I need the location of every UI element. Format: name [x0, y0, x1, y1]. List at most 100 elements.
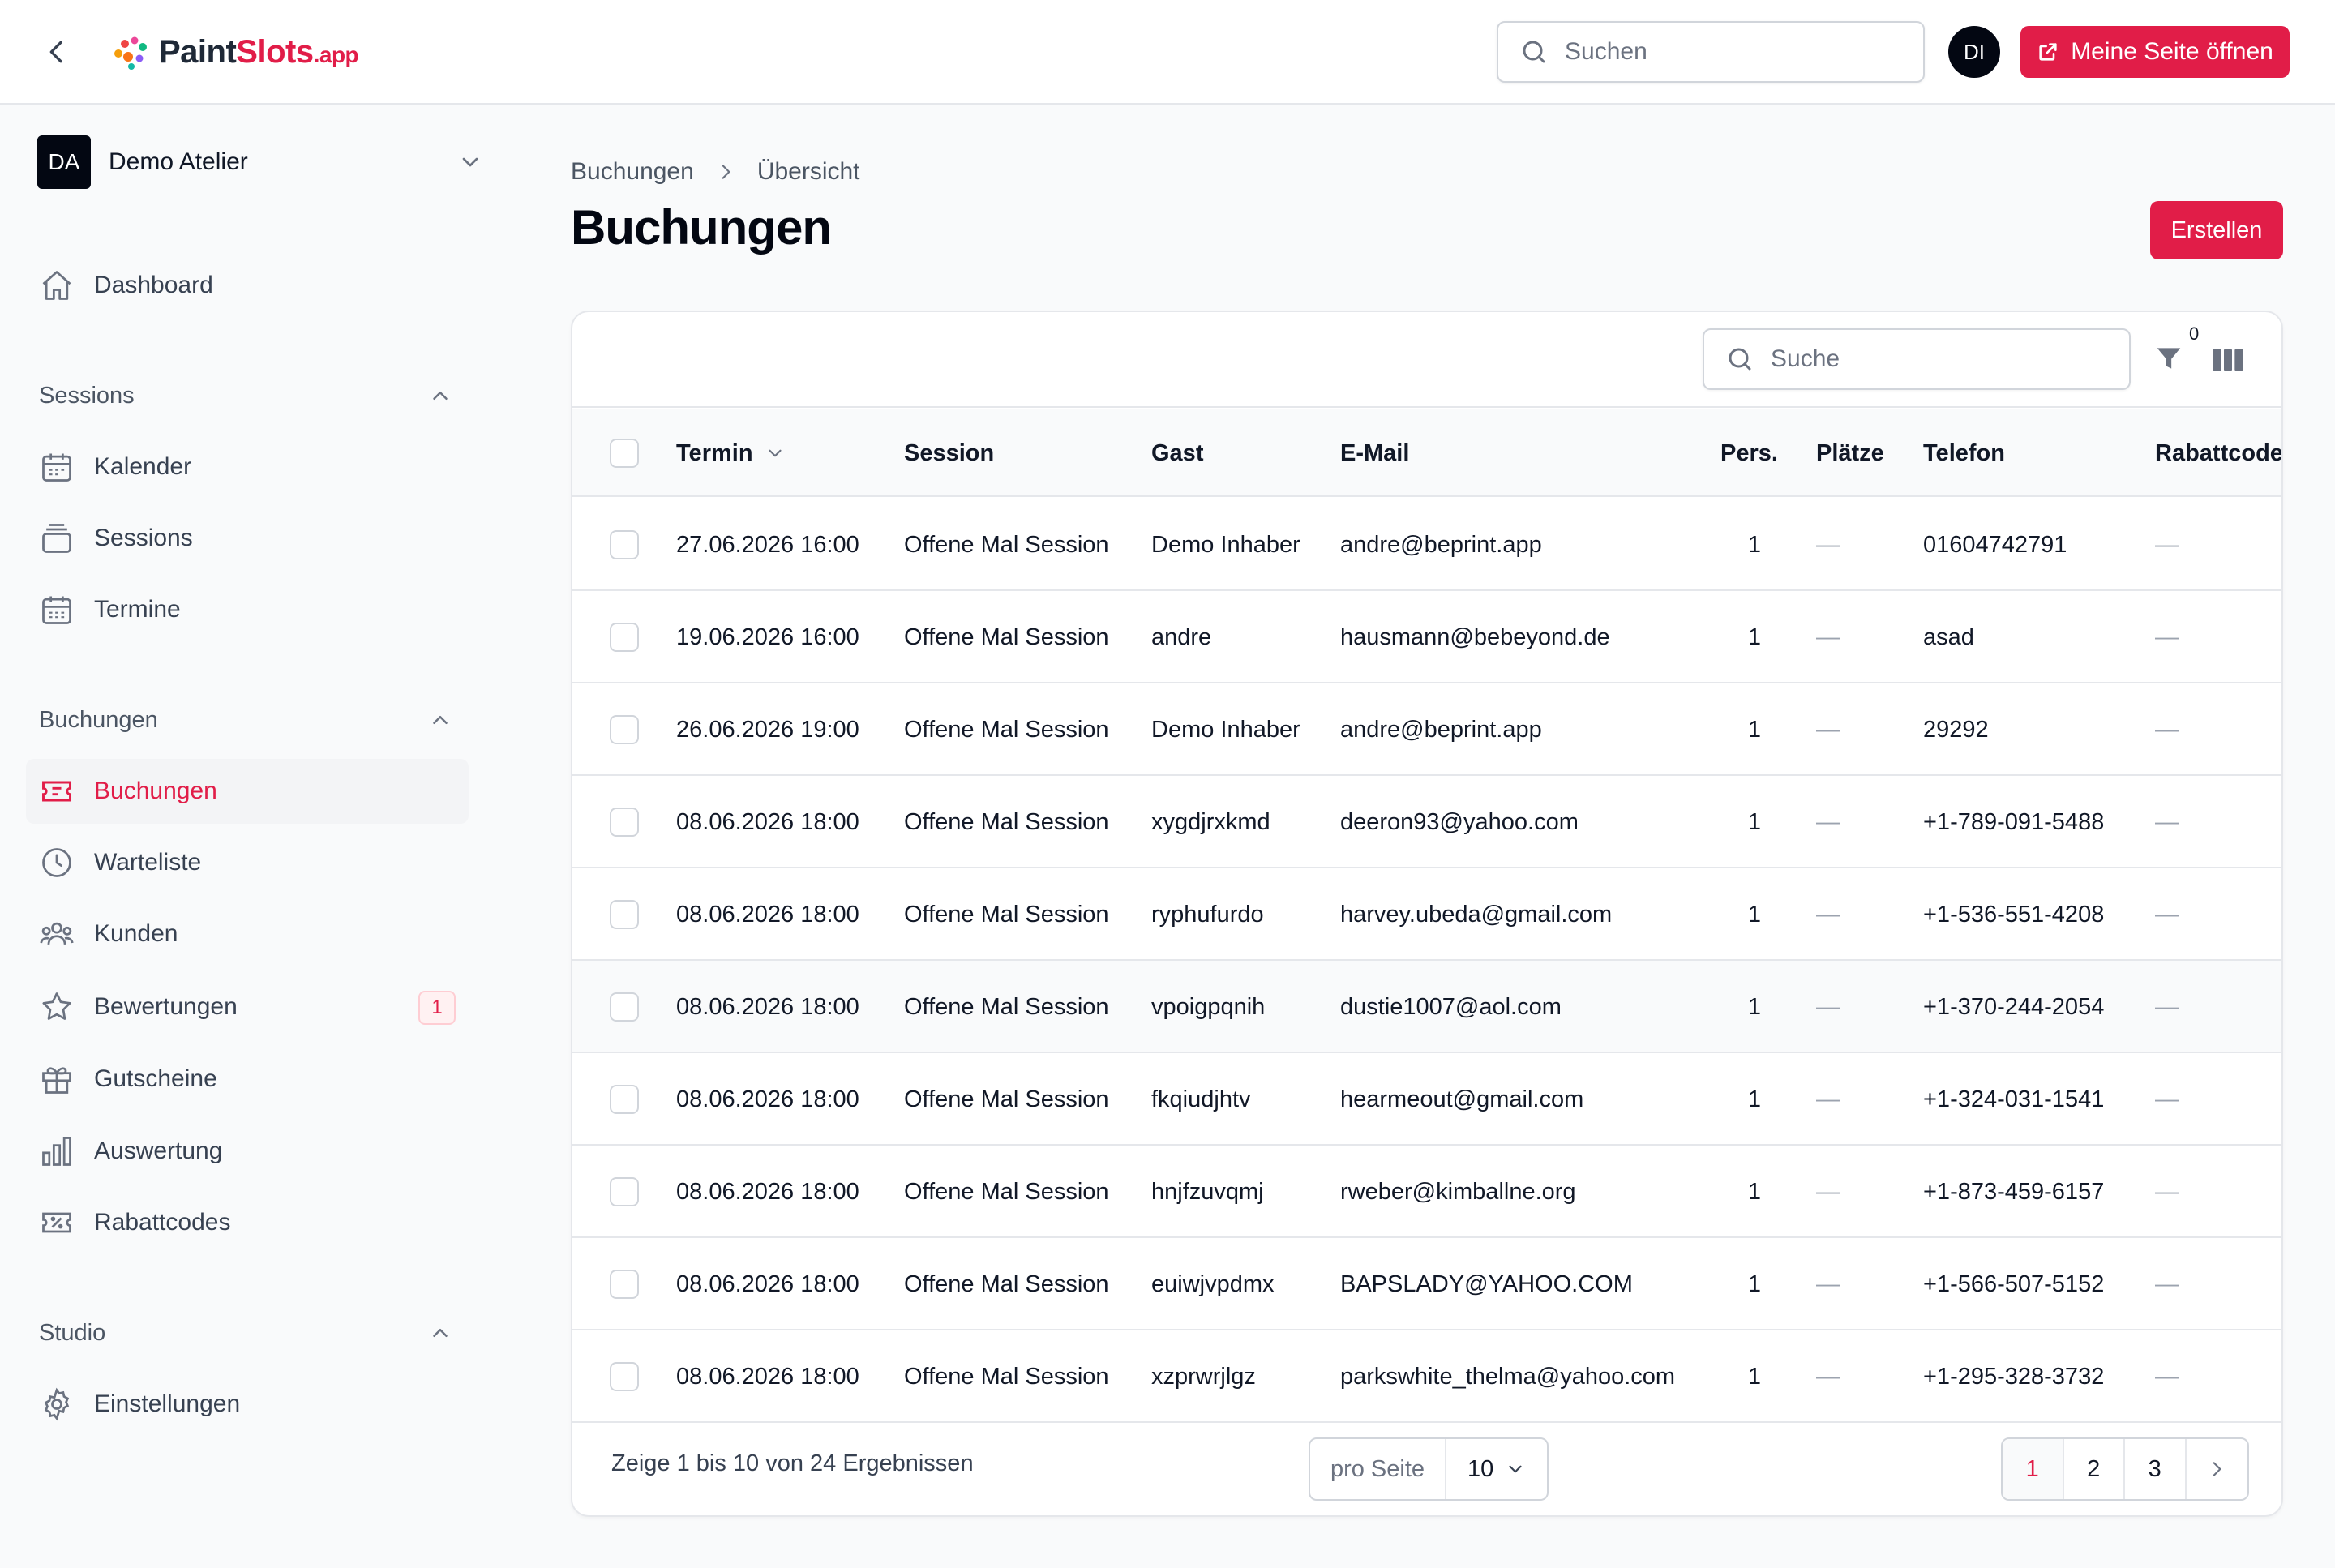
table-row[interactable]: 08.06.2026 18:00 Offene Mal Session fkqiud…: [572, 1053, 2281, 1146]
external-link-icon: [2039, 43, 2057, 61]
open-my-page-label: Meine Seite öffnen: [2071, 38, 2273, 65]
select-all-checkbox[interactable]: [610, 439, 639, 468]
funnel-icon: [2157, 348, 2181, 369]
cell-email: andre@beprint.app: [1340, 716, 1542, 743]
table-row[interactable]: 26.06.2026 19:00 Offene Mal Session Demo I…: [572, 683, 2281, 776]
table-row[interactable]: 08.06.2026 18:00 Offene Mal Session hnjfzu…: [572, 1146, 2281, 1238]
chevron-right-icon: [2213, 1462, 2221, 1476]
per-page-value[interactable]: 10: [1446, 1456, 1547, 1483]
page-button-3[interactable]: 3: [2125, 1439, 2187, 1499]
brand-logo[interactable]: PaintSlots.app: [107, 28, 359, 76]
table-search-input[interactable]: [1771, 345, 2111, 373]
row-checkbox[interactable]: [610, 1362, 639, 1391]
sidebar-item-kunden[interactable]: Kunden: [26, 902, 469, 966]
cell-session: Offene Mal Session: [904, 1270, 1109, 1297]
filter-button[interactable]: [2153, 341, 2189, 382]
create-button[interactable]: Erstellen: [2150, 201, 2283, 259]
chevron-down-icon: [1509, 1465, 1522, 1473]
sidebar-item-termine[interactable]: Termine: [26, 577, 469, 642]
table-header: Termin Session Gast E-Mail Pers. Plätze …: [572, 409, 2281, 497]
sidebar-item-dashboard[interactable]: Dashboard: [26, 253, 469, 318]
cell-plaetze: —: [1816, 1270, 1840, 1297]
table-row[interactable]: 27.06.2026 16:00 Offene Mal Session Demo I…: [572, 499, 2281, 591]
sidebar-group-buchungen[interactable]: Buchungen: [39, 700, 452, 740]
row-checkbox[interactable]: [610, 808, 639, 837]
chevron-right-icon: [722, 165, 730, 179]
cell-telefon: +1-370-244-2054: [1923, 993, 2105, 1020]
row-checkbox[interactable]: [610, 623, 639, 652]
table-row[interactable]: 08.06.2026 18:00 Offene Mal Session ryphuf…: [572, 868, 2281, 961]
user-avatar[interactable]: DI: [1948, 26, 2000, 78]
sidebar-item-bewertungen[interactable]: Bewertungen 1: [26, 975, 469, 1039]
sidebar-item-sessions[interactable]: Sessions: [26, 506, 469, 571]
sidebar-item-label: Buchungen: [94, 778, 217, 804]
cell-telefon: 01604742791: [1923, 531, 2067, 558]
column-header-termin[interactable]: Termin: [676, 409, 786, 497]
global-search[interactable]: [1497, 21, 1925, 83]
page-button-2[interactable]: 2: [2064, 1439, 2125, 1499]
next-page-button[interactable]: [2187, 1439, 2247, 1499]
page-button-1[interactable]: 1: [2003, 1439, 2064, 1499]
per-page-select[interactable]: pro Seite 10: [1309, 1437, 1549, 1501]
cell-gast: xygdjrxkmd: [1151, 808, 1270, 835]
table-row[interactable]: 08.06.2026 18:00 Offene Mal Session euiwjv…: [572, 1238, 2281, 1330]
cell-rabattcode: —: [2155, 1363, 2179, 1390]
cell-plaetze: —: [1816, 1086, 1840, 1112]
row-checkbox[interactable]: [610, 1270, 639, 1299]
cell-session: Offene Mal Session: [904, 1178, 1109, 1205]
cell-gast: Demo Inhaber: [1151, 716, 1300, 743]
cell-telefon: +1-789-091-5488: [1923, 808, 2105, 835]
toggle-columns-button[interactable]: [2212, 346, 2244, 374]
sidebar-group-studio[interactable]: Studio: [39, 1313, 452, 1353]
row-checkbox[interactable]: [610, 900, 639, 929]
cell-telefon: 29292: [1923, 716, 1989, 743]
table-row[interactable]: 19.06.2026 16:00 Offene Mal Session andre h…: [572, 591, 2281, 683]
row-checkbox[interactable]: [610, 530, 639, 559]
row-checkbox[interactable]: [610, 1085, 639, 1114]
open-my-page-button[interactable]: Meine Seite öffnen: [2020, 26, 2290, 78]
breadcrumb-item-buchungen[interactable]: Buchungen: [571, 158, 694, 186]
filter-count-badge: 0: [2189, 323, 2200, 344]
table-row[interactable]: 08.06.2026 18:00 Offene Mal Session vpoigp…: [572, 961, 2281, 1053]
back-button[interactable]: [41, 36, 73, 68]
cell-session: Offene Mal Session: [904, 808, 1109, 835]
sidebar-item-warteliste[interactable]: Warteliste: [26, 830, 469, 895]
cell-gast: hnjfzuvqmj: [1151, 1178, 1264, 1205]
row-checkbox[interactable]: [610, 992, 639, 1022]
cell-rabattcode: —: [2155, 1270, 2179, 1297]
cell-personen: 1: [1747, 1363, 1762, 1390]
cell-session: Offene Mal Session: [904, 531, 1109, 558]
cell-termin: 08.06.2026 18:00: [676, 1270, 859, 1297]
tenant-switcher[interactable]: DA Demo Atelier: [37, 135, 483, 189]
sidebar-item-label: Kunden: [94, 920, 178, 947]
sidebar-group-label: Sessions: [39, 382, 135, 409]
cell-session: Offene Mal Session: [904, 901, 1109, 928]
top-bar: PaintSlots.app DI Meine Seite öffnen: [0, 0, 2335, 105]
table-search[interactable]: [1703, 328, 2131, 390]
column-header-rabattcode: Rabattcode: [2155, 439, 2283, 466]
column-header-personen: Pers.: [1720, 439, 1778, 466]
sidebar-item-buchungen[interactable]: Buchungen: [26, 759, 469, 824]
cell-rabattcode: —: [2155, 716, 2179, 743]
cell-email: harvey.ubeda@gmail.com: [1340, 901, 1613, 928]
table-row[interactable]: 08.06.2026 18:00 Offene Mal Session xygdjr…: [572, 776, 2281, 868]
row-checkbox[interactable]: [610, 1177, 639, 1206]
cell-email: parkswhite_thelma@yahoo.com: [1340, 1363, 1676, 1390]
row-checkbox[interactable]: [610, 715, 639, 744]
column-header-plaetze: Plätze: [1816, 439, 1884, 466]
table-row[interactable]: 08.06.2026 18:00 Offene Mal Session xzprwr…: [572, 1330, 2281, 1423]
discount-ticket-icon: [42, 1212, 71, 1233]
cell-email: andre@beprint.app: [1340, 531, 1542, 558]
sidebar-item-rabattcodes[interactable]: Rabattcodes: [26, 1190, 469, 1255]
global-search-input[interactable]: [1565, 38, 1905, 66]
stack-icon: [42, 524, 71, 553]
cell-email: dustie1007@aol.com: [1340, 993, 1562, 1020]
sidebar-group-sessions[interactable]: Sessions: [39, 375, 452, 416]
sidebar-item-auswertung[interactable]: Auswertung: [26, 1119, 469, 1184]
sidebar-item-einstellungen[interactable]: Einstellungen: [26, 1372, 469, 1437]
cell-plaetze: —: [1816, 1178, 1840, 1205]
sidebar-item-kalender[interactable]: Kalender: [26, 435, 469, 499]
breadcrumb-item-uebersicht: Übersicht: [756, 158, 860, 185]
sidebar-item-gutscheine[interactable]: Gutscheine: [26, 1047, 469, 1112]
star-icon: [42, 992, 71, 1020]
